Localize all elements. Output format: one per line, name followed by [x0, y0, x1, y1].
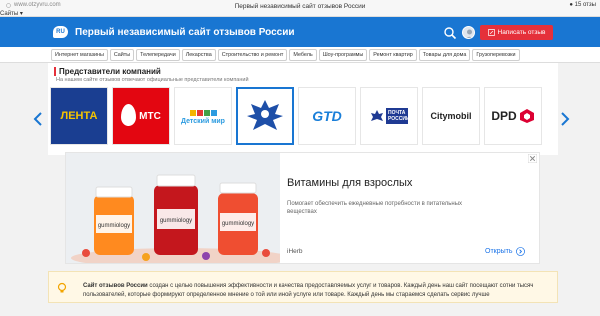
- ad-description: Помогает обеспечить ежедневные потребнос…: [287, 201, 463, 215]
- site-header: RU Первый независимый сайт отзывов Росси…: [0, 17, 600, 47]
- circle-icon: ●: [569, 2, 573, 8]
- logo-pochta[interactable]: ПОЧТА РОССИИ: [360, 87, 418, 145]
- section-subtitle: На нашем сайте отзывов отвечают официаль…: [56, 77, 249, 83]
- logo-detsky-mir[interactable]: Детский мир: [174, 87, 232, 145]
- tab-title: Первый независимый сайт отзывов России: [234, 3, 366, 10]
- logo-gtd[interactable]: GTD: [298, 87, 356, 145]
- bottle-label: gummiology: [222, 221, 254, 227]
- ad-open-button[interactable]: Открыть: [485, 247, 525, 256]
- write-review-label: Написать отзыв: [497, 29, 546, 36]
- lightbulb-icon: [57, 282, 67, 293]
- user-avatar[interactable]: [462, 26, 475, 39]
- company-logos: ЛЕНТА МТС Детский мир GTD ПОЧТА РОССИИ C…: [50, 87, 542, 145]
- nav-item[interactable]: Сайты: [109, 49, 135, 61]
- dpd-cube-icon: [519, 109, 534, 123]
- ad-image[interactable]: gummiology gummiology gummiology: [66, 153, 291, 268]
- ad-info-icon[interactable]: [528, 154, 537, 163]
- bottle-label: gummiology: [98, 223, 130, 229]
- about-body: создан с целью повышения эффективности и…: [83, 283, 534, 298]
- nav-item[interactable]: Лекарства: [181, 49, 216, 61]
- gummies-bottles-image: gummiology gummiology gummiology: [66, 153, 291, 268]
- logo-citymobil[interactable]: Citymobil: [422, 87, 480, 145]
- ad-headline[interactable]: Витамины для взрослых: [287, 177, 412, 189]
- logo-lenta[interactable]: ЛЕНТА: [50, 87, 108, 145]
- ad-open-label: Открыть: [485, 248, 513, 255]
- bottle-label: gummiology: [160, 218, 192, 224]
- nav-item[interactable]: Строительство и ремонт: [217, 49, 288, 61]
- about-text: Сайт отзывов России создан с целью повыш…: [83, 282, 553, 299]
- section-title: Представители компаний: [54, 67, 161, 76]
- browser-bar: www.otzyvru.com Первый независимый сайт …: [0, 0, 600, 17]
- cubes-icon: [189, 109, 217, 116]
- site-logo[interactable]: RU: [53, 26, 68, 38]
- about-notice: Сайт отзывов России создан с целью повыш…: [48, 271, 558, 303]
- nav-item[interactable]: Ремонт квартир: [369, 49, 417, 61]
- site-title[interactable]: Первый независимый сайт отзывов России: [75, 27, 295, 38]
- chevron-left-icon[interactable]: [33, 112, 43, 126]
- user-icon: [466, 29, 473, 38]
- logo-russian-eagle[interactable]: [236, 87, 294, 145]
- nav-item[interactable]: Телепередачи: [136, 49, 180, 61]
- bookmark-sites[interactable]: Сайты ▾: [0, 10, 23, 17]
- pencil-icon: [487, 29, 495, 36]
- chevron-right-icon: [515, 247, 525, 256]
- extension-status[interactable]: ● 15 отзы: [569, 2, 596, 8]
- logo-dpd[interactable]: DPD: [484, 87, 542, 145]
- pochta-eagle-icon: [371, 110, 383, 121]
- about-bold: Сайт отзывов России: [83, 283, 148, 289]
- nav-item[interactable]: Товары для дома: [418, 49, 471, 61]
- nav-item[interactable]: Мебель: [289, 49, 317, 61]
- ad-brand[interactable]: iHerb: [287, 248, 303, 255]
- nav-item[interactable]: Шоу-программы: [318, 49, 368, 61]
- chevron-right-icon[interactable]: [560, 112, 570, 126]
- nav-item[interactable]: Интернет магазины: [51, 49, 108, 61]
- write-review-button[interactable]: Написать отзыв: [480, 25, 553, 40]
- eagle-emblem-icon: [247, 100, 283, 130]
- logo-mts[interactable]: МТС: [112, 87, 170, 145]
- nav-item[interactable]: Грузоперевозки: [472, 49, 520, 61]
- category-nav: Интернет магазины Сайты Телепередачи Лекарс…: [0, 47, 600, 63]
- egg-icon: [121, 104, 136, 126]
- search-icon[interactable]: [443, 26, 457, 40]
